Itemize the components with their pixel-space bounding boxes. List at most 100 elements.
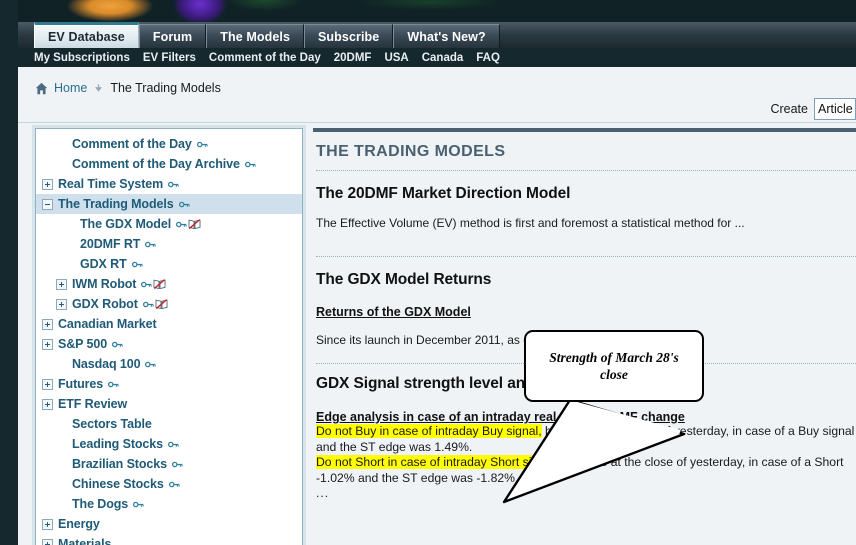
expand-icon[interactable] xyxy=(42,398,53,410)
tab-forum[interactable]: Forum xyxy=(138,24,207,48)
sidebar-item-label: Sectors Table xyxy=(72,417,152,431)
sidebar-item-etf-review[interactable]: ETF Review xyxy=(36,394,302,414)
sidebar-item-gdx-robot[interactable]: GDX Robot xyxy=(36,294,302,314)
sidebar-item-chinese-stocks[interactable]: Chinese Stocks xyxy=(36,474,302,494)
key-icon xyxy=(171,220,187,229)
callout-box: Strength of March 28's close xyxy=(524,330,704,402)
divider xyxy=(316,170,856,171)
sidebar-item-label: Energy xyxy=(58,517,100,531)
sidebar-item-label: Comment of the Day xyxy=(72,137,192,151)
expand-icon[interactable] xyxy=(42,338,53,350)
sidebar-item-leading-stocks[interactable]: Leading Stocks xyxy=(36,434,302,454)
expand-icon[interactable] xyxy=(42,318,53,330)
subnav-20dmf[interactable]: 20DMF xyxy=(334,52,372,64)
page-root: EV Database Forum The Models Subscribe What'… xyxy=(0,0,856,545)
primary-tabs: EV Database Forum The Models Subscribe What'… xyxy=(34,22,500,48)
expand-icon[interactable] xyxy=(42,178,53,190)
sidebar-item-label: Brazilian Stocks xyxy=(72,457,167,471)
page-title: THE TRADING MODELS xyxy=(316,143,506,160)
subnav-usa[interactable]: USA xyxy=(384,52,408,64)
callout-tail xyxy=(502,398,686,504)
create-bar: Create Article xyxy=(770,98,856,120)
key-icon xyxy=(164,480,180,489)
banner-art-left xyxy=(60,0,310,22)
sidebar-item-futures[interactable]: Futures xyxy=(36,374,302,394)
subnav-my-subscriptions[interactable]: My Subscriptions xyxy=(34,52,130,64)
divider xyxy=(316,256,856,257)
sidebar-tree: Comment of the Day Comment of the Day Arc… xyxy=(36,134,302,545)
subnav-canada[interactable]: Canada xyxy=(422,52,464,64)
annotation-callout: Strength of March 28's close xyxy=(502,330,704,504)
expand-icon[interactable] xyxy=(56,298,67,310)
collapse-icon[interactable] xyxy=(42,198,53,210)
link-returns-of-gdx-model[interactable]: Returns of the GDX Model xyxy=(316,305,471,319)
key-icon xyxy=(140,360,157,369)
left-rail xyxy=(0,0,18,545)
sidebar-item-label: The Dogs xyxy=(72,497,129,511)
sidebar-item-gdx-rt[interactable]: GDX RT xyxy=(36,254,302,274)
sidebar-item-iwm-robot[interactable]: IWM Robot xyxy=(36,274,302,294)
key-icon xyxy=(167,460,183,469)
create-label: Create xyxy=(770,102,808,116)
tab-what-s-new[interactable]: What's New? xyxy=(393,24,500,48)
site-banner xyxy=(0,0,856,22)
sidebar-item-label: Comment of the Day Archive xyxy=(72,157,240,171)
sidebar-item-label: The GDX Model xyxy=(80,217,172,231)
expand-icon[interactable] xyxy=(56,278,67,290)
sidebar-item-20dmf-rt[interactable]: 20DMF RT xyxy=(36,234,302,254)
expand-icon[interactable] xyxy=(42,378,53,390)
sidebar-item-brazilian-stocks[interactable]: Brazilian Stocks xyxy=(36,454,302,474)
subnav-comment-of-the-day[interactable]: Comment of the Day xyxy=(209,52,321,64)
sidebar-item-the-trading-models[interactable]: The Trading Models xyxy=(36,194,302,214)
key-icon xyxy=(107,340,123,349)
expand-icon[interactable] xyxy=(42,518,53,530)
key-icon xyxy=(174,200,190,209)
book-restricted-icon xyxy=(187,218,201,230)
sidebar-item-nasdaq-100[interactable]: Nasdaq 100 xyxy=(36,354,302,374)
sidebar-item-label: Futures xyxy=(58,377,104,391)
breadcrumb-current: The Trading Models xyxy=(110,81,221,95)
sidebar-item-label: Chinese Stocks xyxy=(72,477,164,491)
sidebar-item-label: S&P 500 xyxy=(58,337,108,351)
sidebar-item-the-gdx-model[interactable]: The GDX Model xyxy=(36,214,302,234)
sidebar-item-canadian-market[interactable]: Canadian Market xyxy=(36,314,302,334)
sidebar-item-s-p-500[interactable]: S&P 500 xyxy=(36,334,302,354)
sidebar-item-label: Nasdaq 100 xyxy=(72,357,141,371)
sidebar-item-label: The Trading Models xyxy=(58,197,174,211)
subnav-faq[interactable]: FAQ xyxy=(476,52,500,64)
key-icon xyxy=(163,180,179,189)
sidebar-item-label: Materials xyxy=(58,537,112,545)
subnav-ev-filters[interactable]: EV Filters xyxy=(143,52,196,64)
sidebar-item-comment-of-the-day[interactable]: Comment of the Day xyxy=(36,134,302,154)
sidebar-item-the-dogs[interactable]: The Dogs xyxy=(36,494,302,514)
tab-subscribe[interactable]: Subscribe xyxy=(304,24,394,48)
expand-icon[interactable] xyxy=(42,538,53,545)
create-type-select[interactable]: Article xyxy=(814,98,856,120)
breadcrumb-home-link[interactable]: Home xyxy=(54,81,87,95)
key-icon xyxy=(127,260,143,269)
breadcrumb-separator-icon xyxy=(95,83,103,92)
key-icon xyxy=(103,380,119,389)
sidebar-item-label: IWM Robot xyxy=(72,277,137,291)
tab-ev-database[interactable]: EV Database xyxy=(34,22,139,48)
tab-the-models[interactable]: The Models xyxy=(206,24,304,48)
key-icon xyxy=(163,440,179,449)
sidebar-item-real-time-system[interactable]: Real Time System xyxy=(36,174,302,194)
key-icon xyxy=(240,160,256,169)
key-icon xyxy=(140,240,156,249)
heading-gdx-returns: The GDX Model Returns xyxy=(316,271,492,288)
secondary-nav: My Subscriptions EV Filters Comment of the… xyxy=(18,48,856,67)
book-restricted-icon xyxy=(154,298,168,310)
primary-tab-bar: EV Database Forum The Models Subscribe What'… xyxy=(18,22,856,48)
sidebar-item-label: 20DMF RT xyxy=(80,237,141,251)
banner-art-right xyxy=(300,0,560,22)
content-top-bar xyxy=(313,128,856,132)
sidebar-item-sectors-table[interactable]: Sectors Table xyxy=(36,414,302,434)
sidebar-tree-panel[interactable]: Comment of the Day Comment of the Day Arc… xyxy=(35,128,303,545)
sidebar-item-energy[interactable]: Energy xyxy=(36,514,302,534)
key-icon xyxy=(128,500,144,509)
book-restricted-icon xyxy=(152,278,166,290)
key-icon xyxy=(138,300,154,309)
sidebar-item-materials[interactable]: Materials xyxy=(36,534,302,545)
sidebar-item-comment-of-the-day-archive[interactable]: Comment of the Day Archive xyxy=(36,154,302,174)
